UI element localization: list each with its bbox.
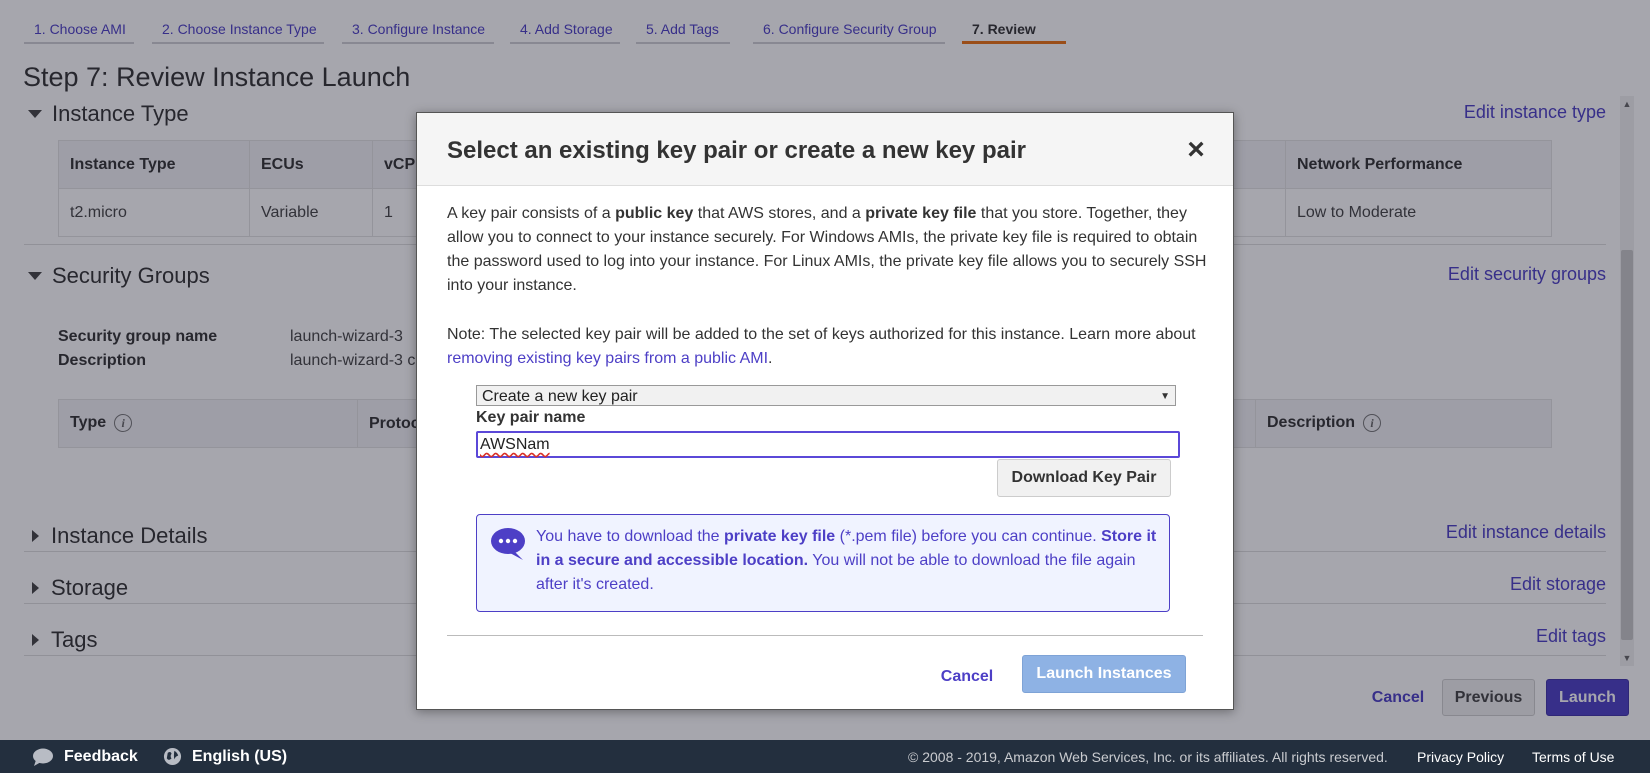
text-fragment: that AWS stores, and a: [693, 205, 866, 222]
chat-bubble-icon: [491, 528, 525, 560]
download-key-pair-button[interactable]: Download Key Pair: [997, 459, 1171, 497]
removing-key-pairs-link[interactable]: removing existing key pairs from a publi…: [447, 350, 768, 367]
close-icon[interactable]: ×: [1181, 135, 1211, 165]
copyright-text: © 2008 - 2019, Amazon Web Services, Inc.…: [908, 748, 1388, 765]
dialog-header: Select an existing key pair or create a …: [417, 113, 1233, 186]
dialog-divider: [447, 635, 1203, 636]
text-fragment: You have to download the: [536, 528, 725, 545]
key-pair-name-input[interactable]: AWSNam: [476, 431, 1180, 458]
dropdown-arrow-icon: ▼: [1160, 391, 1170, 402]
text-fragment: Note: The selected key pair will be adde…: [447, 326, 1196, 343]
input-value: AWSNam: [480, 436, 550, 453]
text-fragment: A key pair consists of a: [447, 205, 616, 222]
launch-instances-button[interactable]: Launch Instances: [1022, 655, 1186, 693]
dialog-title: Select an existing key pair or create a …: [447, 137, 1026, 164]
dialog-cancel-button[interactable]: Cancel: [937, 658, 997, 695]
notice-text: You have to download the private key fil…: [536, 525, 1161, 597]
key-pair-action-select[interactable]: Create a new key pair ▼: [476, 385, 1176, 406]
select-value: Create a new key pair: [482, 388, 638, 405]
key-pair-dialog: Select an existing key pair or create a …: [416, 112, 1234, 710]
key-pair-explanation: A key pair consists of a public key that…: [447, 202, 1207, 298]
globe-icon: [163, 747, 182, 766]
key-pair-name-label: Key pair name: [476, 409, 586, 426]
feedback-link[interactable]: Feedback: [32, 740, 138, 773]
feedback-label: Feedback: [64, 747, 138, 765]
footer: Feedback English (US) © 2008 - 2019, Ama…: [0, 740, 1650, 773]
text-fragment-bold: private key file: [724, 528, 836, 545]
terms-of-use-link[interactable]: Terms of Use: [1532, 740, 1614, 773]
speech-bubble-icon: [33, 748, 53, 766]
language-selector[interactable]: English (US): [163, 740, 287, 773]
text-fragment: (*.pem file) before you can continue.: [835, 528, 1102, 545]
language-label: English (US): [192, 747, 288, 765]
download-notice: You have to download the private key fil…: [476, 514, 1170, 612]
key-pair-note: Note: The selected key pair will be adde…: [447, 323, 1207, 371]
text-fragment-bold: public key: [615, 205, 694, 222]
text-fragment: .: [768, 350, 773, 367]
text-fragment-bold: private key file: [865, 205, 977, 222]
privacy-policy-link[interactable]: Privacy Policy: [1417, 740, 1504, 773]
